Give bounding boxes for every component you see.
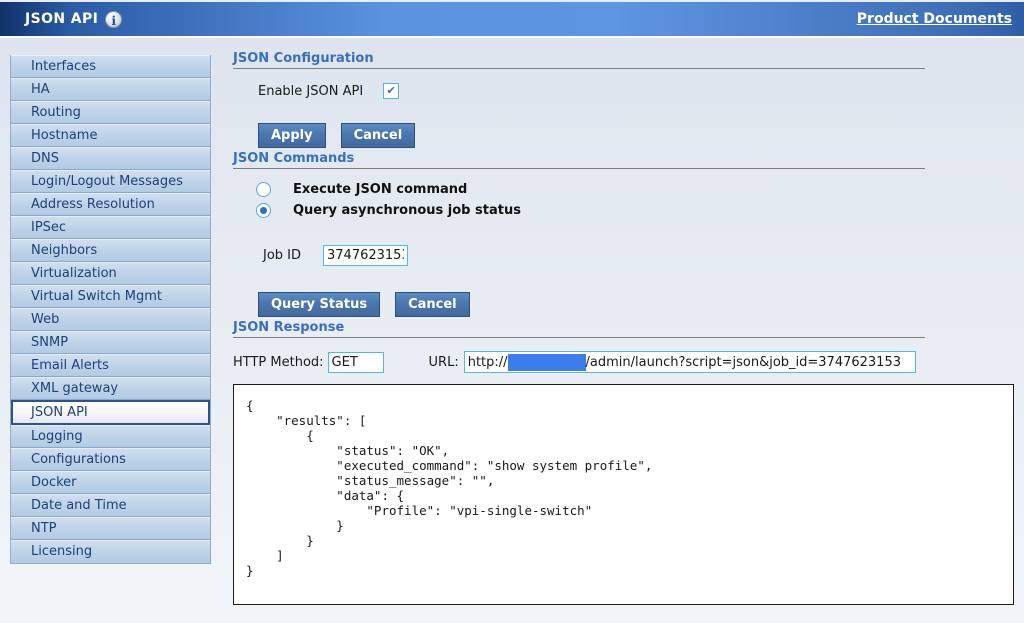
sidebar-item-label: Docker: [31, 475, 77, 490]
http-method-label: HTTP Method:: [233, 355, 324, 370]
sidebar-item-web[interactable]: Web: [11, 308, 210, 331]
json-configuration-title: JSON Configuration: [233, 51, 1014, 66]
apply-button[interactable]: Apply: [258, 123, 326, 148]
sidebar-item-label: Email Alerts: [31, 358, 109, 373]
url-prefix-text: http://: [468, 355, 508, 370]
json-response-text: { "results": [ { "status": "OK", "execut…: [246, 398, 1001, 578]
section-divider: [233, 337, 925, 338]
sidebar-item-label: Hostname: [31, 128, 97, 143]
sidebar-item-xml-gateway[interactable]: XML gateway: [11, 377, 210, 400]
section-divider: [233, 168, 925, 169]
sidebar-item-docker[interactable]: Docker: [11, 471, 210, 494]
sidebar-item-virtual-switch-mgmt[interactable]: Virtual Switch Mgmt: [11, 285, 210, 308]
json-commands-title: JSON Commands: [233, 151, 1014, 166]
sidebar-item-label: JSON API: [31, 405, 88, 420]
sidebar-item-label: DNS: [31, 151, 59, 166]
sidebar-item-address-resolution[interactable]: Address Resolution: [11, 193, 210, 216]
sidebar-item-ha[interactable]: HA: [11, 78, 210, 101]
commands-cancel-button[interactable]: Cancel: [395, 292, 470, 317]
sidebar-item-configurations[interactable]: Configurations: [11, 448, 210, 471]
execute-json-command-option[interactable]: Execute JSON command: [256, 180, 1014, 198]
sidebar-item-date-and-time[interactable]: Date and Time: [11, 494, 210, 517]
json-response-output[interactable]: { "results": [ { "status": "OK", "execut…: [233, 384, 1014, 605]
config-buttons: Apply Cancel: [258, 123, 1014, 148]
sidebar-item-label: Web: [31, 312, 59, 327]
sidebar-item-label: Login/Logout Messages: [31, 174, 183, 189]
sidebar-item-label: Logging: [31, 429, 83, 444]
job-id-label: Job ID: [263, 248, 323, 263]
enable-json-api-row: Enable JSON API: [258, 82, 1014, 100]
sidebar-item-label: Licensing: [31, 544, 92, 559]
sidebar-item-ntp[interactable]: NTP: [11, 517, 210, 540]
job-id-input[interactable]: [323, 245, 408, 266]
enable-json-api-checkbox[interactable]: [383, 83, 399, 99]
sidebar-item-routing[interactable]: Routing: [11, 101, 210, 124]
sidebar-item-label: Virtual Switch Mgmt: [31, 289, 162, 304]
redacted-host-block: [508, 354, 586, 371]
sidebar-item-label: Neighbors: [31, 243, 97, 258]
sidebar-item-dns[interactable]: DNS: [11, 147, 210, 170]
sidebar-item-label: Interfaces: [31, 59, 96, 74]
info-icon[interactable]: [105, 11, 122, 28]
execute-json-command-label: Execute JSON command: [293, 182, 467, 197]
sidebar-item-email-alerts[interactable]: Email Alerts: [11, 354, 210, 377]
sidebar-item-label: NTP: [31, 521, 57, 536]
sidebar-item-logging[interactable]: Logging: [11, 425, 210, 448]
section-divider: [233, 68, 925, 69]
sidebar-item-ipsec[interactable]: IPSec: [11, 216, 210, 239]
job-id-row: Job ID: [263, 244, 1014, 266]
enable-json-api-label: Enable JSON API: [258, 84, 363, 99]
sidebar-item-interfaces[interactable]: Interfaces: [11, 55, 210, 78]
sidebar-item-virtualization[interactable]: Virtualization: [11, 262, 210, 285]
sidebar: Interfaces HA Routing Hostname DNS Login/Logo…: [10, 55, 211, 564]
url-label: URL:: [429, 355, 459, 370]
query-async-job-status-label: Query asynchronous job status: [293, 203, 521, 218]
url-suffix-text: /admin/launch?script=json&job_id=3747623…: [586, 355, 901, 370]
page-title: JSON API: [25, 11, 98, 27]
sidebar-item-json-api[interactable]: JSON API: [11, 400, 210, 425]
sidebar-item-snmp[interactable]: SNMP: [11, 331, 210, 354]
commands-buttons: Query Status Cancel: [258, 292, 1014, 317]
sidebar-item-label: XML gateway: [31, 381, 118, 396]
sidebar-item-login-logout-messages[interactable]: Login/Logout Messages: [11, 170, 210, 193]
sidebar-item-label: Routing: [31, 105, 81, 120]
http-method-row: HTTP Method: URL: http:// /admin/launch?…: [233, 351, 1014, 373]
url-input[interactable]: http:// /admin/launch?script=json&job_id…: [464, 351, 916, 373]
top-bar: JSON API Product Documents: [0, 0, 1024, 38]
sidebar-item-hostname[interactable]: Hostname: [11, 124, 210, 147]
config-cancel-button[interactable]: Cancel: [341, 123, 416, 148]
query-status-button[interactable]: Query Status: [258, 292, 380, 317]
sidebar-item-label: Date and Time: [31, 498, 127, 513]
http-method-input[interactable]: [328, 352, 384, 373]
sidebar-item-label: HA: [31, 82, 50, 97]
main-content: JSON Configuration Enable JSON API Apply…: [233, 48, 1014, 605]
radio-selected-icon[interactable]: [256, 203, 271, 218]
query-async-job-status-option[interactable]: Query asynchronous job status: [256, 201, 1014, 219]
sidebar-item-label: SNMP: [31, 335, 68, 350]
json-response-title: JSON Response: [233, 320, 1014, 335]
sidebar-item-label: Address Resolution: [31, 197, 155, 212]
product-documents-link[interactable]: Product Documents: [857, 11, 1012, 27]
sidebar-item-label: IPSec: [31, 220, 66, 235]
sidebar-item-licensing[interactable]: Licensing: [11, 540, 210, 563]
sidebar-item-label: Virtualization: [31, 266, 117, 281]
radio-unselected-icon[interactable]: [256, 182, 271, 197]
command-radio-group: Execute JSON command Query asynchronous …: [256, 180, 1014, 219]
sidebar-item-neighbors[interactable]: Neighbors: [11, 239, 210, 262]
sidebar-item-label: Configurations: [31, 452, 126, 467]
